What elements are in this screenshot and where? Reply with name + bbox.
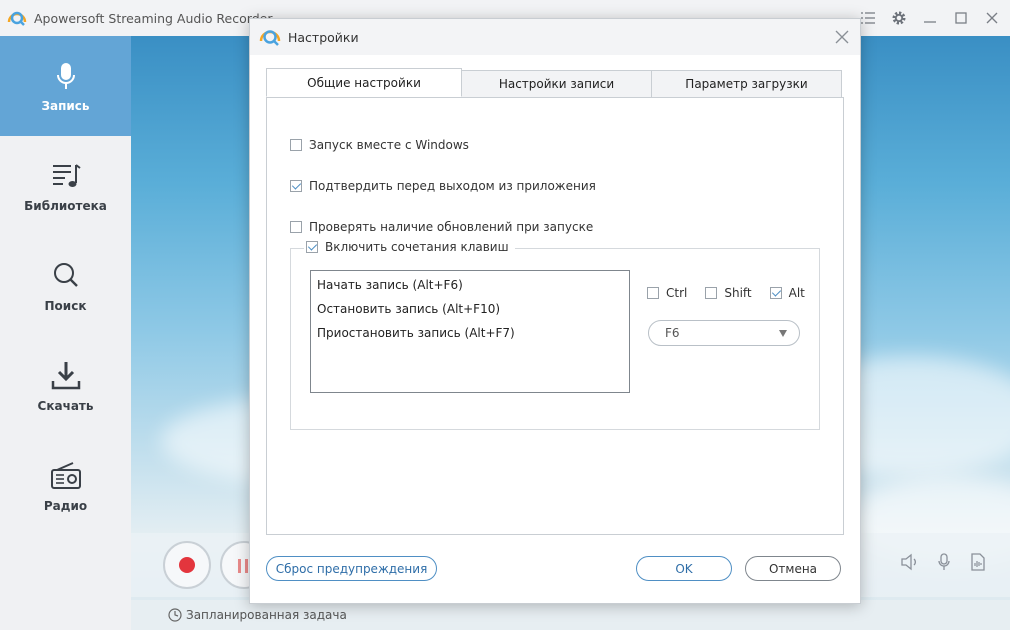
pause-icon: [238, 559, 241, 573]
sidebar: Запись Библиотека Поиск Скачать Радио: [0, 36, 131, 630]
shift-label: Shift: [724, 286, 752, 300]
start-with-windows-label: Запуск вместе с Windows: [309, 138, 469, 152]
alt-label: Alt: [788, 286, 805, 300]
sidebar-item-record[interactable]: Запись: [0, 36, 131, 136]
modifier-ctrl[interactable]: Ctrl: [647, 286, 687, 300]
cancel-button[interactable]: Отмена: [745, 556, 841, 581]
ctrl-label: Ctrl: [666, 286, 688, 300]
clock-icon: [168, 608, 182, 622]
dialog-titlebar: Настройки: [250, 19, 860, 55]
start-with-windows-checkbox[interactable]: [290, 139, 302, 151]
minimize-icon[interactable]: [917, 0, 943, 36]
sidebar-item-label: Библиотека: [24, 199, 107, 213]
app-logo-icon: [7, 11, 27, 26]
sidebar-item-download[interactable]: Скачать: [0, 336, 131, 436]
tab-general-settings[interactable]: Общие настройки: [266, 68, 462, 97]
settings-dialog: Настройки Настройки записи Параметр загр…: [249, 18, 861, 604]
audio-file-icon[interactable]: [968, 552, 988, 572]
key-select-value: F6: [665, 326, 680, 340]
ctrl-checkbox[interactable]: [647, 287, 659, 299]
reset-warnings-button[interactable]: Сброс предупреждения: [266, 556, 437, 581]
close-app-icon[interactable]: [979, 0, 1005, 36]
music-list-icon: [52, 164, 81, 187]
sidebar-item-radio[interactable]: Радио: [0, 436, 131, 536]
modifier-keys: Ctrl Shift Alt: [647, 286, 823, 300]
maximize-icon[interactable]: [948, 0, 974, 36]
close-icon[interactable]: [834, 29, 850, 45]
sidebar-item-library[interactable]: Библиотека: [0, 136, 131, 236]
start-with-windows-option[interactable]: Запуск вместе с Windows: [290, 138, 469, 152]
check-updates-label: Проверять наличие обновлений при запуске: [309, 220, 594, 234]
modifier-shift[interactable]: Shift: [705, 286, 752, 300]
hotkey-list[interactable]: Начать запись (Alt+F6) Остановить запись…: [310, 270, 630, 393]
speaker-icon[interactable]: [900, 552, 920, 572]
hotkeys-enable-option[interactable]: Включить сочетания клавиш: [304, 240, 515, 254]
chevron-down-icon: [779, 330, 787, 337]
app-logo-icon: [259, 30, 281, 46]
search-icon: [53, 263, 78, 287]
scheduled-task-link[interactable]: Запланированная задача: [186, 608, 347, 622]
sidebar-item-label: Радио: [43, 499, 88, 513]
confirm-exit-checkbox[interactable]: [290, 180, 302, 192]
modifier-alt[interactable]: Alt: [769, 286, 805, 300]
confirm-exit-option[interactable]: Подтвердить перед выходом из приложения: [290, 179, 596, 193]
tab-recording-settings[interactable]: Настройки записи: [461, 70, 652, 98]
gear-icon[interactable]: [886, 0, 912, 36]
check-updates-checkbox[interactable]: [290, 221, 302, 233]
sidebar-item-label: Поиск: [44, 299, 87, 313]
radio-icon: [50, 462, 81, 489]
hotkey-item-stop[interactable]: Остановить запись (Alt+F10): [311, 297, 629, 321]
key-select[interactable]: F6: [648, 320, 800, 346]
shift-checkbox[interactable]: [705, 287, 718, 299]
sidebar-item-label: Запись: [41, 99, 90, 113]
ok-button[interactable]: OK: [636, 556, 732, 581]
status-bar: Запланированная задача: [131, 600, 1010, 630]
microphone-icon: [56, 63, 75, 89]
sidebar-item-search[interactable]: Поиск: [0, 236, 131, 336]
check-updates-option[interactable]: Проверять наличие обновлений при запуске: [290, 220, 593, 234]
hotkey-item-pause[interactable]: Приостановить запись (Alt+F7): [311, 321, 629, 345]
mic-source-icon[interactable]: [934, 552, 954, 572]
hotkey-item-start[interactable]: Начать запись (Alt+F6): [311, 273, 629, 297]
record-dot-icon: [179, 557, 195, 573]
download-icon: [51, 362, 80, 390]
hotkeys-enable-checkbox[interactable]: [306, 241, 318, 253]
alt-checkbox[interactable]: [769, 287, 782, 299]
tab-download-params[interactable]: Параметр загрузки: [651, 70, 842, 98]
app-title: Apowersoft Streaming Audio Recorder: [34, 10, 273, 26]
record-button[interactable]: [163, 541, 211, 589]
dialog-title: Настройки: [288, 29, 359, 45]
general-settings-panel: Запуск вместе с Windows Подтвердить пере…: [266, 97, 844, 535]
settings-tabs: Настройки записи Параметр загрузки Общие…: [266, 68, 842, 98]
sidebar-item-label: Скачать: [37, 399, 94, 413]
hotkeys-enable-label: Включить сочетания клавиш: [325, 240, 509, 254]
confirm-exit-label: Подтвердить перед выходом из приложения: [309, 179, 596, 193]
